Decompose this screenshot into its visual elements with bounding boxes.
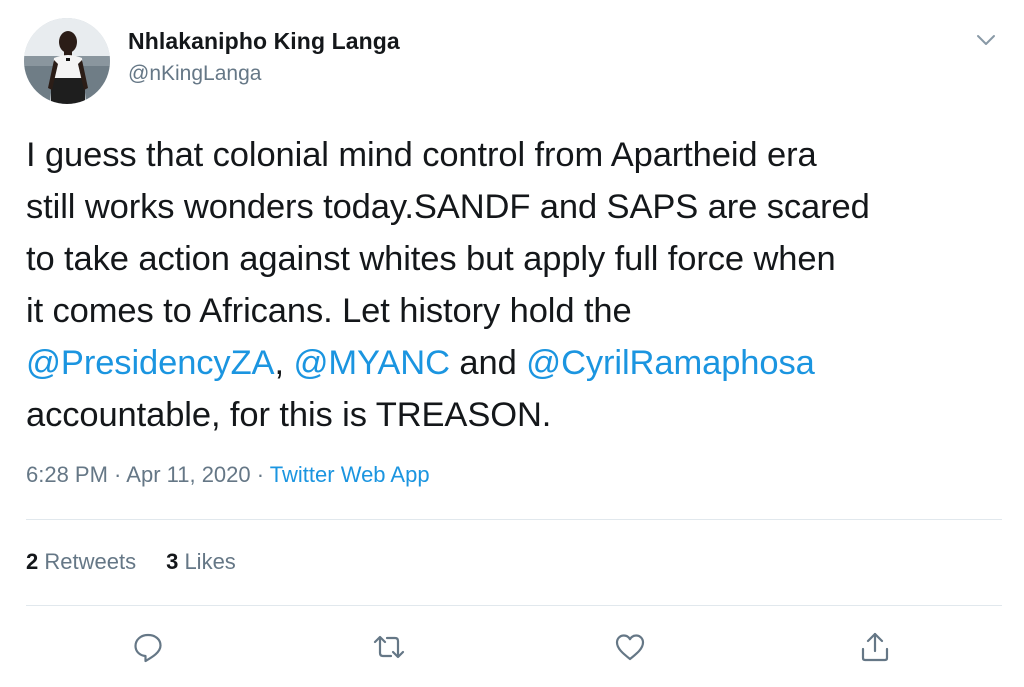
tweet-text-segment: I guess that colonial mind control from … bbox=[26, 136, 817, 174]
tweet-text-segment: it comes to Africans. Let history hold t… bbox=[26, 292, 632, 330]
tweet-card: Nhlakanipho King Langa @nKingLanga I gue… bbox=[0, 0, 1024, 687]
tweet-source-link[interactable]: Twitter Web App bbox=[270, 462, 430, 487]
tweet-date[interactable]: Apr 11, 2020 bbox=[126, 462, 250, 487]
author-name[interactable]: Nhlakanipho King Langa bbox=[128, 28, 400, 55]
chevron-down-icon[interactable] bbox=[972, 26, 1000, 54]
profile-photo-icon bbox=[24, 18, 110, 104]
mention-link[interactable]: @PresidencyZA bbox=[26, 344, 275, 382]
meta-separator: · bbox=[107, 462, 127, 487]
likes-label: Likes bbox=[178, 549, 236, 574]
like-icon[interactable] bbox=[613, 630, 647, 664]
tweet-text-line: it comes to Africans. Let history hold t… bbox=[26, 285, 996, 337]
tweet-text: I guess that colonial mind control from … bbox=[26, 129, 996, 441]
tweet-text-segment: still works wonders today.SANDF and SAPS… bbox=[26, 188, 870, 226]
mention-link[interactable]: @CyrilRamaphosa bbox=[526, 344, 815, 382]
divider bbox=[26, 519, 1002, 520]
tweet-text-line: accountable, for this is TREASON. bbox=[26, 389, 996, 441]
tweet-stats: 2 Retweets 3 Likes bbox=[26, 549, 236, 575]
tweet-text-line: to take action against whites but apply … bbox=[26, 233, 996, 285]
retweets-label: Retweets bbox=[38, 549, 137, 574]
mention-link[interactable]: @MYANC bbox=[293, 344, 450, 382]
retweet-icon[interactable] bbox=[372, 630, 406, 664]
tweet-text-line: still works wonders today.SANDF and SAPS… bbox=[26, 181, 996, 233]
tweet-text-line: I guess that colonial mind control from … bbox=[26, 129, 996, 181]
tweet-text-line: @PresidencyZA, @MYANC and @CyrilRamaphos… bbox=[26, 337, 996, 389]
meta-separator: · bbox=[250, 462, 270, 487]
tweet-text-segment: to take action against whites but apply … bbox=[26, 240, 836, 278]
tweet-text-segment: , bbox=[274, 344, 294, 382]
retweets-count: 2 bbox=[26, 549, 39, 574]
author-handle[interactable]: @nKingLanga bbox=[128, 62, 261, 86]
tweet-text-segment: and bbox=[449, 344, 527, 382]
likes-stat[interactable]: 3 Likes bbox=[166, 549, 236, 574]
tweet-text-segment: accountable, for this is TREASON. bbox=[26, 396, 552, 434]
divider bbox=[26, 605, 1002, 606]
share-icon[interactable] bbox=[858, 630, 892, 664]
retweets-stat[interactable]: 2 Retweets bbox=[26, 549, 136, 574]
tweet-meta: 6:28 PM · Apr 11, 2020 · Twitter Web App bbox=[26, 462, 430, 488]
likes-count: 3 bbox=[166, 549, 179, 574]
tweet-time[interactable]: 6:28 PM bbox=[26, 462, 108, 487]
avatar[interactable] bbox=[24, 18, 110, 104]
reply-icon[interactable] bbox=[131, 630, 165, 664]
